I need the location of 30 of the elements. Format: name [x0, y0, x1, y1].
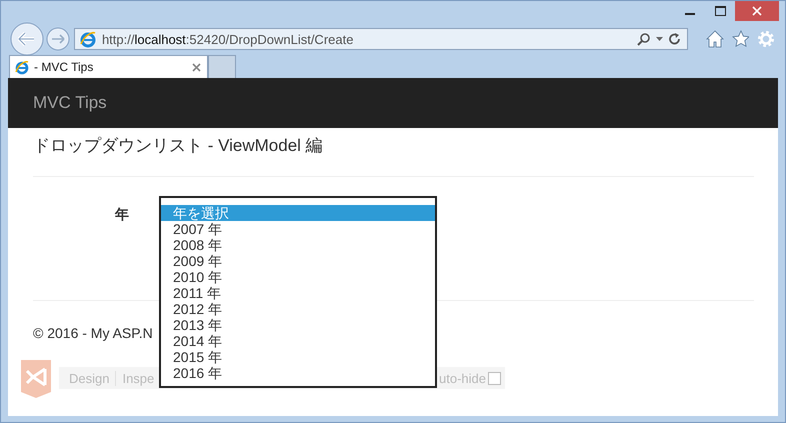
dropdown-option[interactable]: 2013 年: [161, 317, 435, 333]
browser-logo-icon: [78, 30, 97, 48]
dropdown-option[interactable]: 2016 年: [161, 365, 435, 381]
close-tab-icon[interactable]: [192, 62, 201, 72]
address-bar[interactable]: http://localhost:52420/DropDownList/Create: [74, 28, 688, 50]
dropdown-option[interactable]: 2008 年: [161, 237, 435, 253]
star-icon[interactable]: [732, 30, 750, 48]
close-icon[interactable]: [735, 1, 779, 21]
visual-studio-logo-icon: [19, 357, 53, 399]
home-icon[interactable]: [706, 30, 724, 48]
back-icon[interactable]: [9, 21, 44, 57]
page-heading: ドロップダウンリスト - ViewModel 編: [33, 135, 324, 157]
url-text: http://localhost:52420/DropDownList/Create: [102, 32, 354, 46]
dropdown-option[interactable]: 2012 年: [161, 301, 435, 317]
caret-icon[interactable]: [656, 36, 664, 42]
search-icon[interactable]: [636, 32, 651, 46]
dropdown-option[interactable]: 2009 年: [161, 253, 435, 269]
auto-hide-label: uto-hide: [438, 370, 487, 386]
dropdown-option[interactable]: 2015 年: [161, 349, 435, 365]
dropdown-option[interactable]: 2011 年: [161, 285, 435, 301]
dropdown-option[interactable]: 2007 年: [161, 221, 435, 237]
browser-logo-icon: [14, 59, 30, 75]
field-label: 年: [114, 205, 129, 224]
dropdown-option[interactable]: 2014 年: [161, 333, 435, 349]
footer-text: © 2016 - My ASP.N: [33, 325, 153, 341]
brand-link[interactable]: MVC Tips: [33, 93, 107, 113]
auto-hide-checkbox[interactable]: [488, 372, 501, 384]
dropdown-option[interactable]: 2010 年: [161, 269, 435, 285]
browser-tab[interactable]: - MVC Tips: [9, 55, 208, 78]
refresh-icon[interactable]: [668, 32, 681, 46]
